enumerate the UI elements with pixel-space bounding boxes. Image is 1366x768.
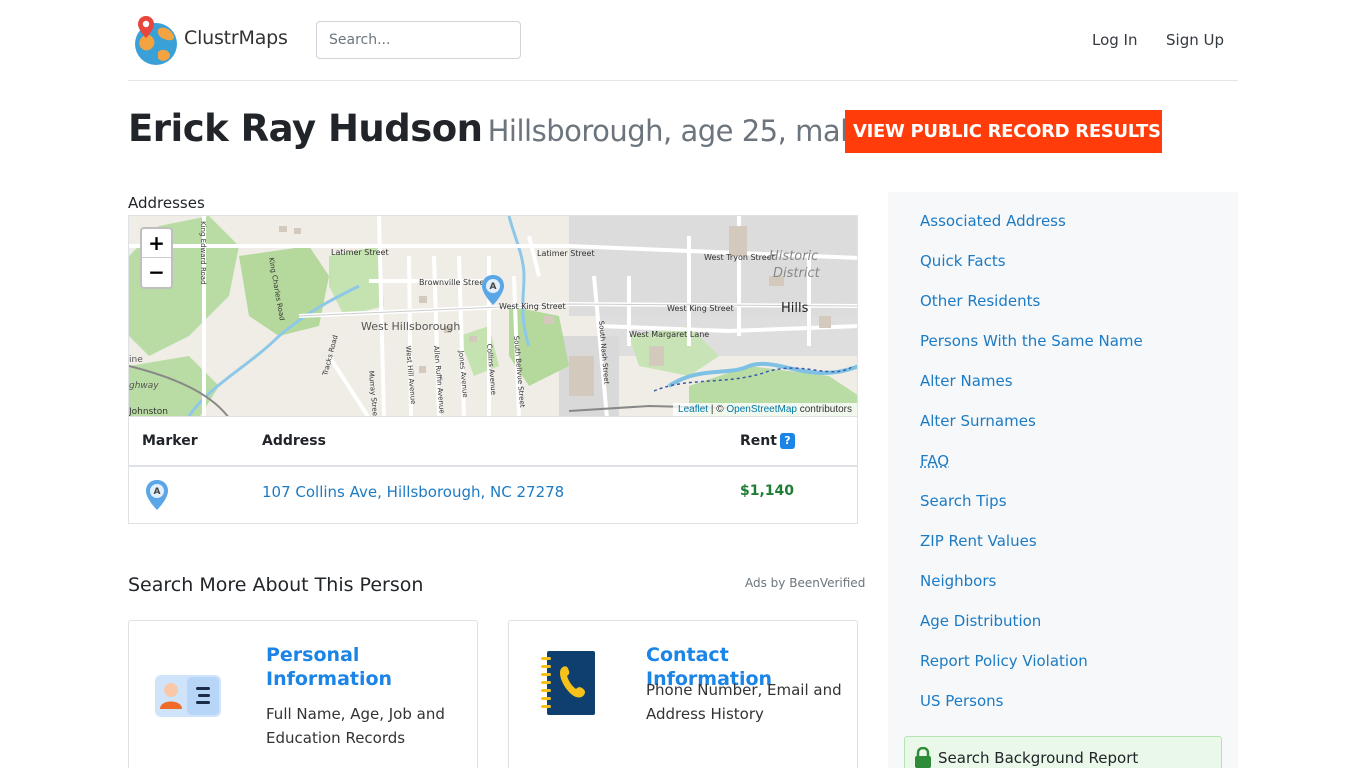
map-label: Latimer Street <box>331 248 389 257</box>
map-label: West Margaret Lane <box>629 330 709 339</box>
map-label: West King Street <box>667 304 734 313</box>
marker-a-icon[interactable]: A <box>145 479 169 511</box>
lock-icon <box>915 747 931 768</box>
svg-text:A: A <box>154 487 161 497</box>
personal-information-card[interactable]: Personal Information Full Name, Age, Job… <box>128 620 478 768</box>
zoom-in-button[interactable]: + <box>142 229 171 258</box>
map-label: West Hillsborough <box>361 320 460 333</box>
table-divider <box>129 465 857 467</box>
map-label: Brownville Street <box>419 278 487 287</box>
column-header-address: Address <box>262 433 326 449</box>
contact-information-card[interactable]: Contact Information Phone Number, Email … <box>508 620 858 768</box>
map-label: West King Street <box>499 302 566 311</box>
address-map[interactable]: Latimer Street Latimer Street Brownville… <box>128 215 858 417</box>
map-label: ghway <box>129 381 159 391</box>
person-name: Erick Ray Hudson <box>128 107 483 150</box>
sidebar: Associated Address Quick Facts Other Res… <box>888 192 1238 768</box>
phone-book-icon <box>541 651 595 715</box>
sidebar-item-search-tips[interactable]: Search Tips <box>920 492 1007 510</box>
osm-link[interactable]: OpenStreetMap <box>726 404 797 415</box>
map-label: King Edward Road <box>199 221 207 285</box>
search-input[interactable] <box>316 21 521 59</box>
login-link[interactable]: Log In <box>1092 31 1138 49</box>
signup-link[interactable]: Sign Up <box>1166 31 1224 49</box>
sidebar-item-alter-surnames[interactable]: Alter Surnames <box>920 412 1036 430</box>
sidebar-item-same-name[interactable]: Persons With the Same Name <box>920 332 1143 350</box>
site-header: ClustrMaps Log In Sign Up <box>128 0 1238 81</box>
background-report-label: Search Background Report <box>938 749 1139 767</box>
address-link[interactable]: 107 Collins Ave, Hillsborough, NC 27278 <box>262 483 564 501</box>
sidebar-item-associated-address[interactable]: Associated Address <box>920 212 1066 230</box>
sidebar-item-other-residents[interactable]: Other Residents <box>920 292 1040 310</box>
column-header-rent: Rent? <box>740 433 795 449</box>
map-attribution: Leaflet | © OpenStreetMap contributors <box>673 403 857 416</box>
sidebar-item-quick-facts[interactable]: Quick Facts <box>920 252 1006 270</box>
rent-value: $1,140 <box>740 483 795 499</box>
svg-text:A: A <box>490 282 497 292</box>
clustrmaps-logo[interactable] <box>132 14 178 66</box>
leaflet-link[interactable]: Leaflet <box>678 404 708 415</box>
rent-label: Rent <box>740 433 777 449</box>
map-label: Latimer Street <box>537 249 595 258</box>
column-header-marker: Marker <box>142 433 198 449</box>
brand-name[interactable]: ClustrMaps <box>184 27 288 49</box>
zoom-out-button[interactable]: − <box>142 258 171 287</box>
sidebar-item-alter-names[interactable]: Alter Names <box>920 372 1013 390</box>
addresses-table: Marker Address Rent? A 107 Collins Ave, … <box>128 417 858 524</box>
ads-label: Ads by BeenVerified <box>745 576 866 590</box>
map-label: Hills <box>781 301 809 316</box>
card-description: Full Name, Age, Job and Education Record… <box>266 705 445 747</box>
sidebar-item-age-distribution[interactable]: Age Distribution <box>920 612 1041 630</box>
background-report-button[interactable]: Search Background Report <box>904 736 1222 768</box>
view-public-record-button[interactable]: VIEW PUBLIC RECORD RESULTS✓ <box>845 110 1162 153</box>
sidebar-item-faq[interactable]: FAQ <box>920 452 949 470</box>
map-tiles: Latimer Street Latimer Street Brownville… <box>129 216 857 417</box>
map-label: Johnston <box>129 407 168 417</box>
map-label: ine <box>129 355 143 365</box>
card-title[interactable]: Personal Information <box>266 643 466 691</box>
zoom-control: + − <box>140 227 173 289</box>
rent-help-icon[interactable]: ? <box>779 433 795 449</box>
sidebar-item-us-persons[interactable]: US Persons <box>920 692 1004 710</box>
sidebar-item-report-policy-violation[interactable]: Report Policy Violation <box>920 652 1088 670</box>
page-title: Erick Ray Hudson Hillsborough, age 25, m… <box>128 107 866 150</box>
attribution-separator: | © <box>708 404 727 415</box>
map-label: West Tryon Street <box>704 253 775 262</box>
person-subtitle: Hillsborough, age 25, male <box>487 114 866 148</box>
sidebar-item-zip-rent-values[interactable]: ZIP Rent Values <box>920 532 1037 550</box>
map-label: District <box>773 266 821 281</box>
addresses-label: Addresses <box>128 194 205 212</box>
id-card-icon <box>155 675 221 717</box>
search-more-title: Search More About This Person <box>128 574 424 596</box>
sidebar-item-neighbors[interactable]: Neighbors <box>920 572 996 590</box>
attribution-tail: contributors <box>796 404 852 415</box>
card-description: Phone Number, Email and Address History <box>646 681 842 723</box>
map-label: Historic <box>769 249 818 264</box>
